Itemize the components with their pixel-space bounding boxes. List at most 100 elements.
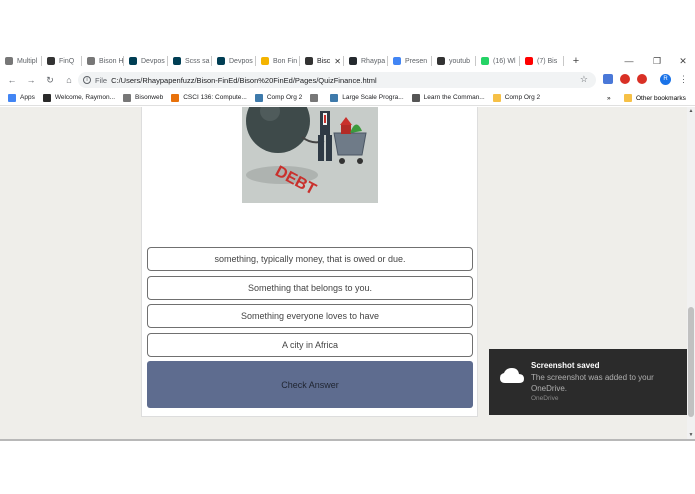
browser-tab[interactable]: Devpos — [124, 52, 168, 70]
scroll-down-arrow-icon[interactable]: ▼ — [687, 431, 695, 439]
close-tab-icon[interactable]: ✕ — [334, 57, 341, 66]
tab-label: youtub — [449, 57, 471, 65]
document-icon — [87, 57, 95, 65]
profile-avatar[interactable]: R — [660, 74, 671, 85]
bow-icon — [437, 57, 445, 65]
check-answer-button[interactable]: Check Answer — [147, 361, 473, 408]
bookmark-item[interactable]: Apps — [8, 93, 35, 102]
browser-tab[interactable]: Bisc ✕ — [300, 52, 344, 70]
star-icon[interactable]: ☆ — [580, 74, 588, 85]
answer-option-2[interactable]: Something that belongs to you. — [147, 276, 473, 300]
answer-option-1[interactable]: something, typically money, that is owed… — [147, 247, 473, 271]
whatsapp-icon — [481, 57, 489, 65]
terminal-icon — [411, 93, 420, 102]
url-text[interactable]: C:/Users/Rhaypapenfuzz/Bison-FinEd/Bison… — [111, 76, 377, 85]
tab-label: FinQ — [59, 57, 75, 65]
browser-tab[interactable]: Presen — [388, 52, 432, 70]
bow-icon — [305, 57, 313, 65]
browser-tab[interactable]: Devpos — [212, 52, 256, 70]
close-window-icon[interactable]: ✕ — [674, 52, 692, 70]
browser-tab[interactable]: Bon Fin — [256, 52, 300, 70]
browser-tab[interactable]: FinQ — [42, 52, 82, 70]
bookmark-item[interactable]: Comp Org 2 — [254, 93, 302, 102]
answer-option-4[interactable]: A city in Africa — [147, 333, 473, 357]
tab-separator — [563, 56, 564, 66]
bookmark-label: CSCI 136: Compute... — [183, 94, 247, 101]
tab-label: Devpos — [229, 57, 253, 65]
folder-icon — [492, 93, 501, 102]
tab-label: Bon Fin — [273, 57, 298, 65]
bookmark-item[interactable]: Bisonweb — [123, 93, 164, 102]
other-bookmarks-label: Other bookmarks — [636, 94, 686, 102]
answer-option-3[interactable]: Something everyone loves to have — [147, 304, 473, 328]
bison-icon — [42, 93, 51, 102]
forward-arrow-icon[interactable]: → — [24, 73, 38, 87]
bookmark-item[interactable]: CSCI 136: Compute... — [171, 93, 247, 102]
document-icon — [5, 57, 13, 65]
bookmark-item[interactable]: Comp Org 2 — [492, 93, 541, 102]
bookmark-label: Learn the Comman... — [423, 94, 485, 101]
address-bar[interactable]: i File C:/Users/Rhaypapenfuzz/Bison-FinE… — [78, 72, 596, 88]
cloud-icon — [500, 368, 524, 383]
devpost-icon — [173, 57, 181, 65]
bookmarks-bar: Apps Welcome, Raymon... Bisonweb CSCI 136: … — [0, 90, 695, 106]
menu-dots-icon[interactable]: ⋮ — [679, 74, 688, 84]
reload-icon[interactable]: ↻ — [43, 73, 57, 87]
browser-tab[interactable]: Scss sa — [168, 52, 212, 70]
vertical-scrollbar[interactable]: ▲ ▼ — [687, 107, 695, 439]
notification-source: OneDrive — [531, 395, 559, 402]
bookmark-label: Bisonweb — [135, 94, 164, 101]
browser-tab[interactable]: Bison H — [82, 52, 124, 70]
top-margin — [0, 0, 695, 52]
tab-label: Multipl — [17, 57, 38, 65]
document-icon — [123, 93, 132, 102]
browser-tab[interactable]: (16) Wl — [476, 52, 520, 70]
bookmark-item[interactable]: Large Scale Progra... — [330, 93, 404, 102]
devpost-icon — [217, 57, 225, 65]
translate-extension-icon[interactable] — [603, 74, 613, 84]
tab-label: Devpos — [141, 57, 165, 65]
notification-title: Screenshot saved — [531, 361, 600, 370]
restore-icon[interactable]: ❐ — [648, 52, 666, 70]
bookmark-item[interactable] — [310, 93, 322, 102]
scheme-label: File — [95, 75, 108, 85]
devpost-icon — [129, 57, 137, 65]
screenshot-notification[interactable]: Screenshot saved The screenshot was adde… — [489, 349, 687, 415]
scrollbar-thumb[interactable] — [688, 307, 694, 417]
bookmark-item[interactable]: Learn the Comman... — [411, 93, 485, 102]
toolbar: ← → ↻ ⌂ i File C:/Users/Rhaypapenfuzz/Bi… — [0, 71, 695, 89]
tab-label: (16) Wl — [493, 57, 516, 65]
more-bookmarks-chevron[interactable]: » — [607, 90, 611, 106]
github-icon — [349, 57, 357, 65]
browser-tab[interactable]: (7) Bis — [520, 52, 564, 70]
browser-window: Multipl FinQ Bison H Devpos Scss sa Devpos Bon… — [0, 0, 695, 494]
other-bookmarks[interactable]: Other bookmarks — [624, 90, 686, 106]
piazza-icon — [254, 93, 263, 102]
extension-icon[interactable] — [620, 74, 630, 84]
bookmark-label: Comp Org 2 — [504, 94, 541, 101]
bookmark-label: Apps — [20, 94, 35, 101]
scroll-up-arrow-icon[interactable]: ▲ — [687, 107, 695, 115]
bow-icon — [47, 57, 55, 65]
tab-label: Bison H — [99, 57, 124, 65]
bookmark-label: Large Scale Progra... — [342, 94, 404, 101]
tab-label: Scss sa — [185, 57, 210, 65]
info-icon[interactable]: i — [83, 76, 91, 84]
tab-label: Bisc — [317, 57, 331, 65]
debt-illustration: DEBT — [242, 107, 378, 203]
new-tab-button[interactable]: + — [568, 52, 584, 70]
home-icon[interactable]: ⌂ — [62, 73, 76, 87]
extension-icon[interactable] — [637, 74, 647, 84]
minimize-icon[interactable]: — — [620, 52, 638, 70]
zybooks-icon — [171, 93, 180, 102]
back-arrow-icon[interactable]: ← — [5, 73, 19, 87]
window-bottom-edge — [0, 439, 695, 441]
bookmark-item[interactable]: Welcome, Raymon... — [42, 93, 115, 102]
slides-icon — [261, 57, 269, 65]
browser-tab[interactable]: Multipl — [0, 52, 42, 70]
folder-icon — [624, 94, 632, 102]
youtube-icon — [525, 57, 533, 65]
tab-bar: Multipl FinQ Bison H Devpos Scss sa Devpos Bon… — [0, 52, 695, 70]
browser-tab[interactable]: Rhaypa — [344, 52, 388, 70]
browser-tab[interactable]: youtub — [432, 52, 476, 70]
